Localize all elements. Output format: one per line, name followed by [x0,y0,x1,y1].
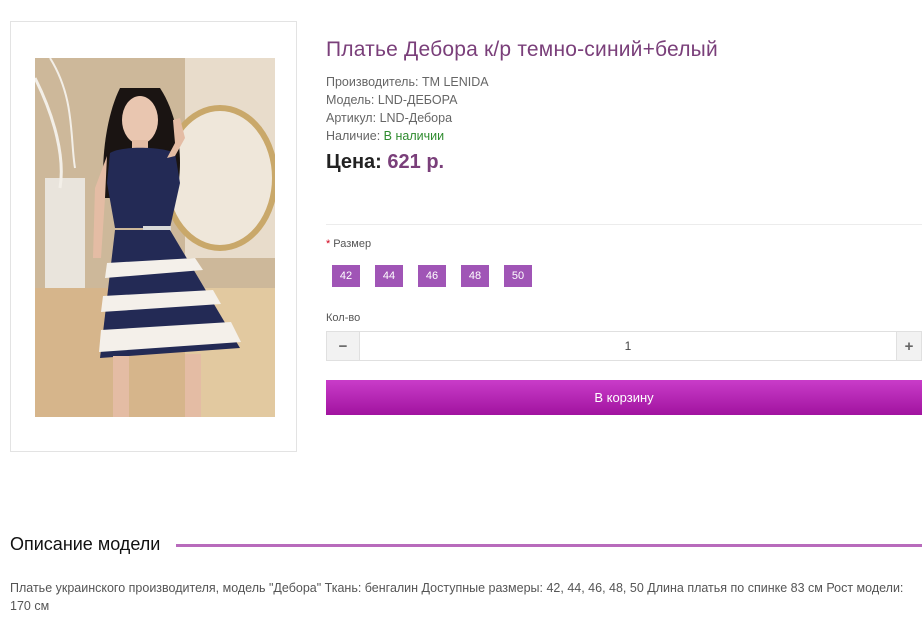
size-options: 42 44 46 48 50 [332,265,532,287]
quantity-input[interactable] [360,332,896,360]
product-photo[interactable] [35,58,275,417]
manufacturer-link[interactable]: TM LENIDA [422,75,489,89]
availability-status: В наличии [383,129,445,143]
sku-label: Артикул: [326,111,377,125]
divider [326,224,922,225]
description-title-line [176,544,922,547]
product-title: Платье Дебора к/р темно-синий+белый [326,38,718,61]
quantity-stepper: − + [326,331,922,361]
sku-row: Артикул: LND-Дебора [326,109,489,127]
product-info: Производитель: TM LENIDA Модель: LND-ДЕБ… [326,73,489,145]
description-title: Описание модели [10,534,161,554]
quantity-increase-button[interactable]: + [896,332,921,360]
required-mark: * [326,238,331,250]
size-option-50[interactable]: 50 [504,265,532,287]
sku-value: LND-Дебора [379,111,453,125]
size-option-42[interactable]: 42 [332,265,360,287]
model-label: Модель: [326,93,375,107]
quantity-label: Кол-во [326,312,361,324]
price-label: Цена: [326,151,382,173]
size-label-text: Размер [333,238,372,250]
dress-photo-illustration [35,58,275,417]
model-value: LND-ДЕБОРА [377,93,458,107]
model-row: Модель: LND-ДЕБОРА [326,91,489,109]
quantity-decrease-button[interactable]: − [327,332,360,360]
size-label: * Размер [326,238,371,250]
manufacturer-label: Производитель: [326,75,419,89]
product-image-frame[interactable] [10,21,297,452]
size-option-48[interactable]: 48 [461,265,489,287]
size-option-44[interactable]: 44 [375,265,403,287]
size-option-46[interactable]: 46 [418,265,446,287]
availability-row: Наличие: В наличии [326,127,489,145]
availability-label: Наличие: [326,129,381,143]
manufacturer-row: Производитель: TM LENIDA [326,73,489,91]
add-to-cart-button[interactable]: В корзину [326,380,922,415]
description-text: Платье украинского производителя, модель… [10,581,904,613]
price-row: Цена: 621 р. [326,151,444,174]
price-value: 621 р. [387,151,445,173]
